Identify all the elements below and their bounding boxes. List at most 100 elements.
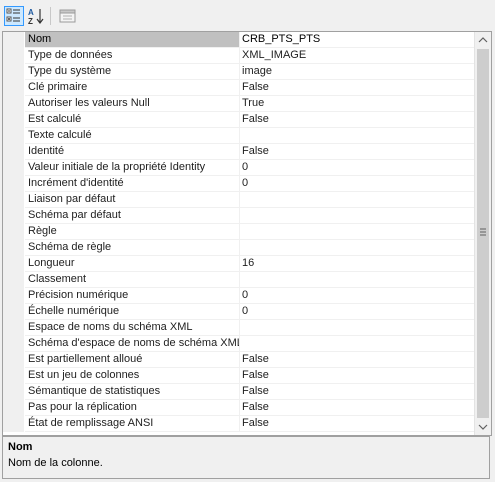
property-row[interactable]: Règle — [3, 224, 474, 240]
property-row[interactable]: Est partiellement alloué False — [3, 352, 474, 368]
property-value[interactable]: 16 — [239, 256, 474, 272]
property-name[interactable]: Type du système — [25, 64, 240, 80]
property-value[interactable] — [239, 336, 474, 352]
row-margin — [3, 272, 24, 288]
property-row[interactable]: Sémantique de statistiques False — [3, 384, 474, 400]
property-row[interactable]: Incrément d'identité 0 — [3, 176, 474, 192]
property-value[interactable]: 0 — [239, 160, 474, 176]
property-name[interactable]: Texte calculé — [25, 128, 240, 144]
property-value[interactable] — [239, 128, 474, 144]
property-row[interactable]: Nom CRB_PTS_PTS — [3, 32, 474, 48]
property-row[interactable]: Liaison par défaut — [3, 192, 474, 208]
property-name[interactable]: Autoriser les valeurs Null — [25, 96, 240, 112]
property-row[interactable]: Pas pour la réplication False — [3, 400, 474, 416]
property-row[interactable]: État de remplissage ANSI False — [3, 416, 474, 432]
property-name[interactable]: Pas pour la réplication — [25, 400, 240, 416]
property-name[interactable]: Nom — [25, 32, 240, 48]
property-value[interactable] — [239, 240, 474, 256]
property-value[interactable]: False — [239, 416, 474, 432]
row-margin — [3, 352, 24, 368]
property-row[interactable]: Est calculé False — [3, 112, 474, 128]
property-value[interactable]: False — [239, 112, 474, 128]
property-value[interactable]: XML_IMAGE — [239, 48, 474, 64]
property-value[interactable]: image — [239, 64, 474, 80]
row-margin — [3, 240, 24, 256]
property-name[interactable]: État de remplissage ANSI — [25, 416, 240, 432]
property-name[interactable]: Est calculé — [25, 112, 240, 128]
row-margin — [3, 304, 24, 320]
row-margin — [3, 224, 24, 240]
property-row[interactable]: Identité False — [3, 144, 474, 160]
property-name[interactable]: Identité — [25, 144, 240, 160]
description-title: Nom — [8, 441, 33, 453]
property-value[interactable]: False — [239, 144, 474, 160]
row-margin — [3, 96, 24, 112]
row-margin — [3, 336, 24, 352]
property-row[interactable]: Schéma par défaut — [3, 208, 474, 224]
row-margin — [3, 176, 24, 192]
property-row[interactable]: Est un jeu de colonnes False — [3, 368, 474, 384]
property-value[interactable] — [239, 224, 474, 240]
property-value[interactable] — [239, 272, 474, 288]
property-row[interactable]: Longueur 16 — [3, 256, 474, 272]
property-name[interactable]: Clé primaire — [25, 80, 240, 96]
property-row[interactable]: Valeur initiale de la propriété Identity… — [3, 160, 474, 176]
svg-text:Z: Z — [28, 17, 33, 26]
property-row[interactable]: Précision numérique 0 — [3, 288, 474, 304]
property-row[interactable]: Texte calculé — [3, 128, 474, 144]
property-value[interactable]: True — [239, 96, 474, 112]
property-list: Nom CRB_PTS_PTS Type de données XML_IMAGE Ty… — [3, 32, 474, 432]
property-value[interactable] — [239, 208, 474, 224]
property-name[interactable]: Longueur — [25, 256, 240, 272]
property-value[interactable]: False — [239, 80, 474, 96]
sort-az-icon: A Z — [28, 8, 44, 26]
property-name[interactable]: Valeur initiale de la propriété Identity — [25, 160, 240, 176]
property-row[interactable]: Échelle numérique 0 — [3, 304, 474, 320]
property-name[interactable]: Espace de noms du schéma XML — [25, 320, 240, 336]
property-name[interactable]: Liaison par défaut — [25, 192, 240, 208]
row-margin — [3, 32, 24, 48]
scroll-down-button[interactable] — [475, 418, 491, 435]
property-row[interactable]: Autoriser les valeurs Null True — [3, 96, 474, 112]
property-value[interactable] — [239, 320, 474, 336]
row-margin — [3, 320, 24, 336]
alphabetical-sort-button[interactable]: A Z — [26, 6, 46, 26]
property-name[interactable]: Schéma de règle — [25, 240, 240, 256]
property-value[interactable]: 0 — [239, 288, 474, 304]
property-value[interactable]: False — [239, 352, 474, 368]
property-value[interactable]: 0 — [239, 176, 474, 192]
property-name[interactable]: Précision numérique — [25, 288, 240, 304]
categorized-view-button[interactable] — [4, 6, 24, 26]
property-value[interactable]: 0 — [239, 304, 474, 320]
property-name[interactable]: Échelle numérique — [25, 304, 240, 320]
row-margin — [3, 384, 24, 400]
property-row[interactable]: Type de données XML_IMAGE — [3, 48, 474, 64]
property-row[interactable]: Schéma d'espace de noms de schéma XML — [3, 336, 474, 352]
property-name[interactable]: Schéma par défaut — [25, 208, 240, 224]
property-name[interactable]: Incrément d'identité — [25, 176, 240, 192]
scrollbar-thumb[interactable] — [477, 49, 489, 418]
property-pages-button[interactable] — [58, 6, 78, 26]
row-margin — [3, 64, 24, 80]
property-value[interactable]: False — [239, 400, 474, 416]
property-name[interactable]: Sémantique de statistiques — [25, 384, 240, 400]
property-name[interactable]: Est partiellement alloué — [25, 352, 240, 368]
vertical-scrollbar[interactable] — [474, 32, 491, 435]
property-row[interactable]: Schéma de règle — [3, 240, 474, 256]
row-margin — [3, 80, 24, 96]
property-name[interactable]: Schéma d'espace de noms de schéma XML — [25, 336, 240, 352]
property-value[interactable]: False — [239, 368, 474, 384]
scroll-up-button[interactable] — [475, 32, 491, 49]
property-name[interactable]: Type de données — [25, 48, 240, 64]
property-value[interactable]: False — [239, 384, 474, 400]
property-row[interactable]: Espace de noms du schéma XML — [3, 320, 474, 336]
property-name[interactable]: Est un jeu de colonnes — [25, 368, 240, 384]
property-name[interactable]: Règle — [25, 224, 240, 240]
property-name[interactable]: Classement — [25, 272, 240, 288]
property-row[interactable]: Type du système image — [3, 64, 474, 80]
property-value[interactable] — [239, 192, 474, 208]
property-row[interactable]: Clé primaire False — [3, 80, 474, 96]
svg-text:A: A — [28, 8, 34, 17]
property-row[interactable]: Classement — [3, 272, 474, 288]
property-value[interactable]: CRB_PTS_PTS — [239, 32, 474, 48]
